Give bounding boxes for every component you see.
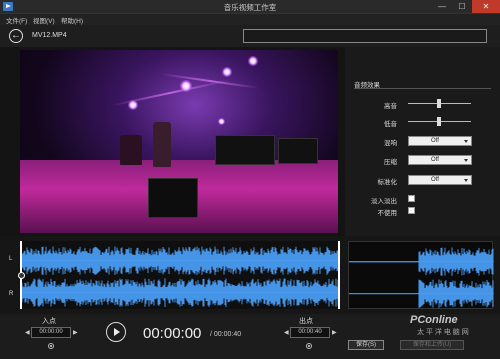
play-button[interactable] xyxy=(106,322,126,342)
playhead-knob[interactable] xyxy=(18,272,25,279)
out-next-icon[interactable]: ▶ xyxy=(332,329,337,336)
file-name: MV12.MP4 xyxy=(32,32,67,39)
audio-effects-panel: 音频效果 高音 低音 混响 Off 压缩 Off 标准化 Off 淡入淡出 不使… xyxy=(345,47,500,236)
close-button[interactable]: ✕ xyxy=(472,0,500,13)
reverb-label: 混响 xyxy=(384,140,397,147)
speaker-cabinet xyxy=(148,178,198,218)
disable-checkbox[interactable] xyxy=(408,207,415,214)
minimize-button[interactable]: — xyxy=(432,0,452,13)
watermark-sub: 太 平 洋 电 脑 网 xyxy=(417,329,469,336)
compress-label: 压缩 xyxy=(384,159,397,166)
in-prev-icon[interactable]: ◀ xyxy=(25,329,30,336)
amplifier xyxy=(215,135,275,165)
nav-row: ← MV12.MP4 xyxy=(0,25,500,47)
normalize-select[interactable]: Off xyxy=(408,175,472,185)
title-bar: 音乐视频工作室 — ☐ ✕ xyxy=(0,0,500,14)
set-in-point-button[interactable] xyxy=(48,343,54,349)
chevron-down-icon xyxy=(464,140,468,143)
menu-file[interactable]: 文件(F) xyxy=(6,15,27,25)
divider xyxy=(354,88,491,89)
in-next-icon[interactable]: ▶ xyxy=(73,329,78,336)
search-input[interactable] xyxy=(243,29,487,43)
menu-view[interactable]: 视图(V) xyxy=(33,15,55,25)
watermark-logo: PConline 太 平 洋 电 脑 网 xyxy=(410,314,496,342)
compress-select[interactable]: Off xyxy=(408,155,472,165)
window-title: 音乐视频工作室 xyxy=(223,3,277,12)
select-value: Off xyxy=(431,157,439,163)
chevron-down-icon xyxy=(464,179,468,182)
maximize-button[interactable]: ☐ xyxy=(452,0,472,13)
video-area xyxy=(0,47,345,236)
in-point-time[interactable]: 00:00:00 xyxy=(31,327,71,338)
out-point-time[interactable]: 00:00:40 xyxy=(290,327,330,338)
menu-help[interactable]: 帮助(H) xyxy=(61,15,83,25)
stage-light xyxy=(180,80,192,92)
out-point-handle[interactable] xyxy=(338,241,340,309)
chevron-down-icon xyxy=(464,159,468,162)
normalize-label: 标准化 xyxy=(377,179,398,186)
total-time: / 00:00:40 xyxy=(210,331,242,338)
waveform-preview xyxy=(348,241,494,309)
left-channel-label: L xyxy=(9,256,13,262)
waveform-preview-graphic xyxy=(348,247,494,308)
waveform-track[interactable] xyxy=(19,241,340,309)
light-beam xyxy=(160,73,260,89)
bass-label: 低音 xyxy=(384,121,397,128)
save-button[interactable]: 保存(S) xyxy=(348,340,384,350)
stage-light xyxy=(222,67,232,77)
select-value: Off xyxy=(431,138,439,144)
treble-label: 高音 xyxy=(384,103,397,110)
amplifier xyxy=(278,138,318,164)
fade-label: 淡入淡出 xyxy=(371,198,397,205)
select-value: Off xyxy=(431,177,439,183)
bass-slider[interactable] xyxy=(408,117,471,126)
watermark-main: PConline xyxy=(410,314,458,326)
guitarist xyxy=(153,122,171,167)
right-channel-label: R xyxy=(9,291,14,297)
back-arrow-icon[interactable]: ← xyxy=(9,29,23,43)
video-frame[interactable] xyxy=(20,50,338,233)
stage-light xyxy=(218,118,225,125)
current-time: 00:00:00 xyxy=(143,325,202,342)
reverb-select[interactable]: Off xyxy=(408,136,472,146)
slider-thumb[interactable] xyxy=(437,117,441,126)
waveform-graphic xyxy=(19,246,340,307)
out-point-label: 出点 xyxy=(299,318,313,325)
fade-checkbox[interactable] xyxy=(408,195,415,202)
menu-bar: 文件(F) 视图(V) 帮助(H) xyxy=(0,14,500,25)
slider-thumb[interactable] xyxy=(437,99,441,108)
treble-slider[interactable] xyxy=(408,99,471,108)
waveform-area: L R xyxy=(0,236,345,314)
stage-light xyxy=(248,56,258,66)
in-point-label: 入点 xyxy=(42,318,56,325)
stage-light xyxy=(128,100,138,110)
playback-controls: 入点 ◀ 00:00:00 ▶ 00:00:00 / 00:00:40 出点 ◀… xyxy=(0,314,500,359)
drummer xyxy=(120,135,142,165)
out-prev-icon[interactable]: ◀ xyxy=(284,329,289,336)
set-out-point-button[interactable] xyxy=(306,343,312,349)
disable-label: 不使用 xyxy=(377,210,398,217)
waveform-preview-area xyxy=(345,236,500,314)
